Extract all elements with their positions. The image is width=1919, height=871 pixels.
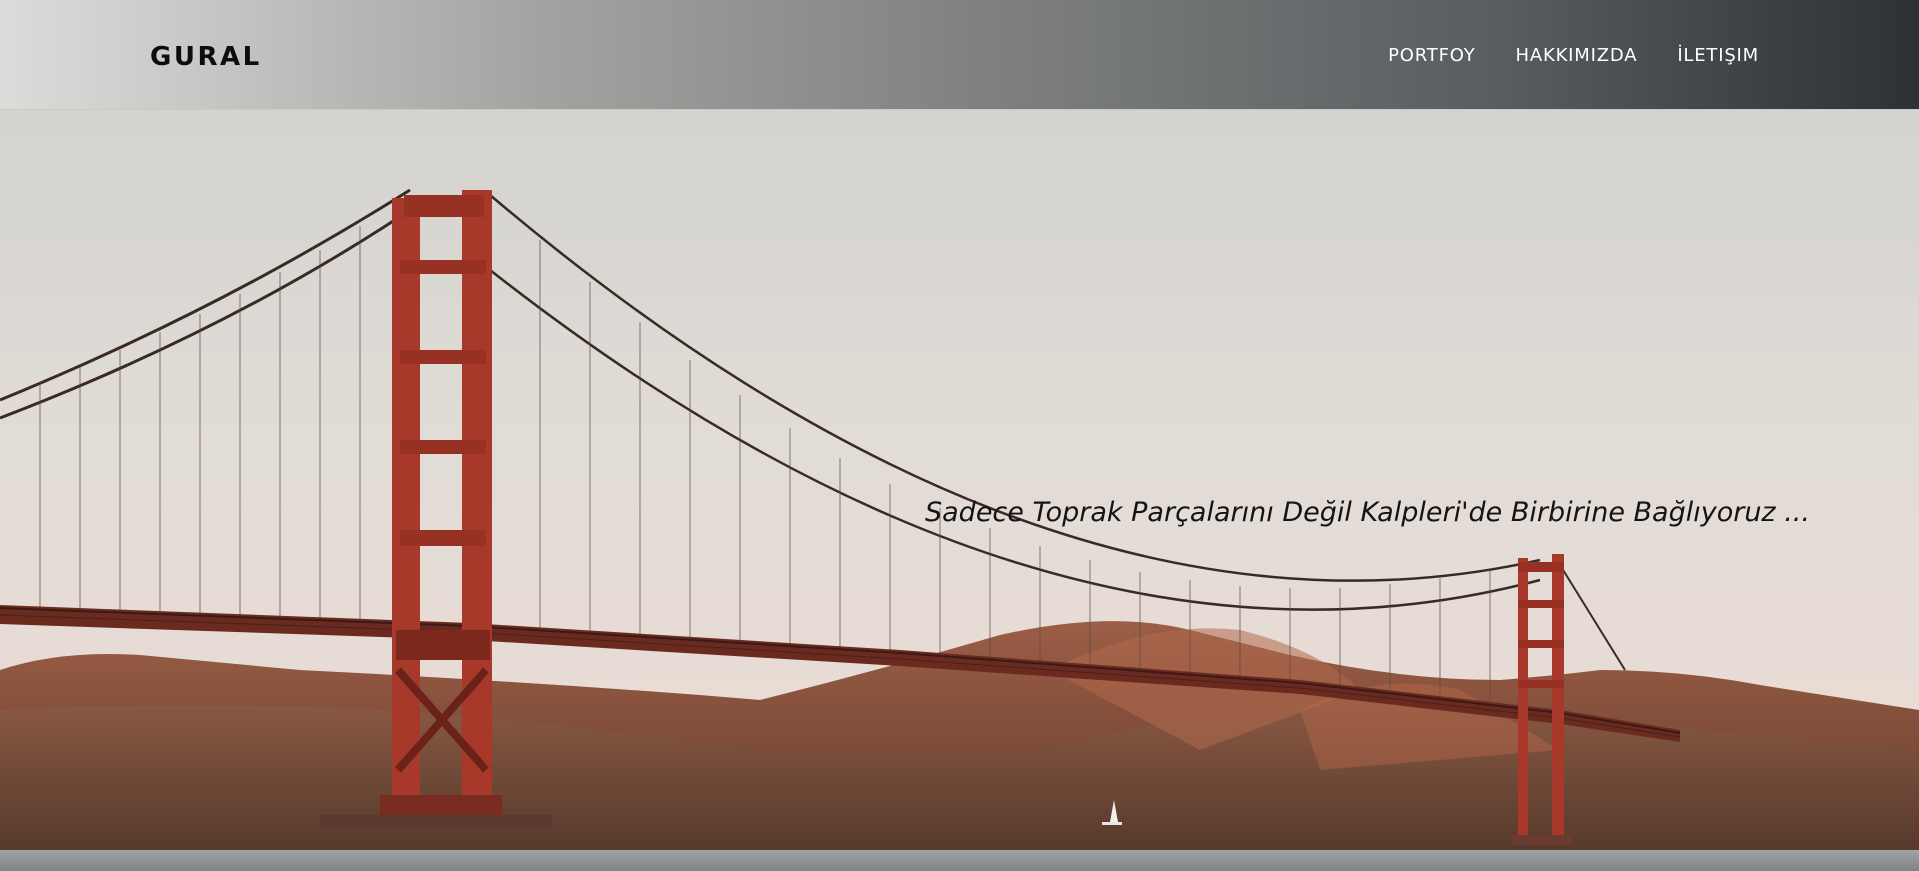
hero-section: [0, 110, 1919, 871]
nav-links: PORTFOY HAKKIMIZDA İLETIŞIM: [1388, 43, 1759, 69]
nav-link-hakkimizda[interactable]: HAKKIMIZDA: [1516, 43, 1638, 69]
hero-background-image: [0, 110, 1919, 871]
navbar: GURAL PORTFOY HAKKIMIZDA İLETIŞIM: [0, 0, 1919, 110]
nav-link-iletisim[interactable]: İLETIŞIM: [1677, 43, 1759, 69]
hero-tagline: Sadece Toprak Parçalarını Değil Kalpleri…: [925, 497, 1810, 528]
nav-link-portfoy[interactable]: PORTFOY: [1388, 43, 1475, 69]
brand-logo[interactable]: GURAL: [150, 40, 262, 74]
page: GURAL PORTFOY HAKKIMIZDA İLETIŞIM Sadece…: [0, 0, 1919, 871]
